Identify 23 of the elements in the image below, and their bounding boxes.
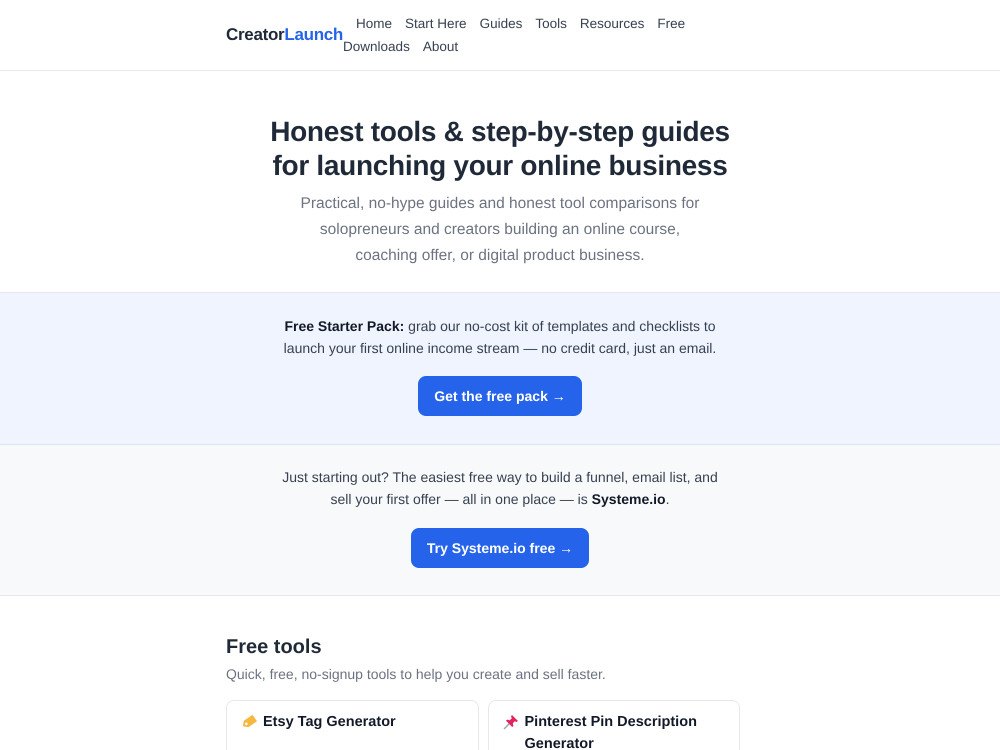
tool-card[interactable]: Pinterest Pin Description Generator [488, 700, 740, 750]
promo-text: Just starting out? The easiest free way to build a funnel, email list, and sell your first offer — all in one place — is Systeme.io. [281, 468, 719, 509]
section-subtitle: Quick, free, no-signup tools to help you create and sell faster. [226, 665, 607, 684]
tool-card-title: Etsy Tag Generator [263, 713, 396, 732]
nav-link[interactable]: Tools [535, 12, 567, 35]
try-free-button[interactable]: Try Systeme.io free → [410, 528, 590, 568]
starter-pack-text: Free Starter Pack: grab our no-cost kit of templates and checklists to launch your first online income stream — no credit card, just an email. [282, 317, 718, 358]
tag-icon [241, 714, 257, 730]
nav-link[interactable]: About [422, 35, 458, 58]
free-pack-button[interactable]: Get the free pack → [418, 376, 582, 416]
nav-link[interactable]: Guides [480, 12, 522, 35]
nav-link[interactable]: Home [356, 12, 392, 35]
tool-card-title: Pinterest Pin Description Generator [524, 713, 698, 750]
nav-link[interactable]: Start Here [405, 12, 467, 35]
nav-link[interactable]: Resources [580, 12, 644, 35]
section-title: Free tools [226, 635, 323, 660]
hero-subtitle: Practical, no-hype guides and honest tool comparisons for solopreneurs and creators building an online course, coaching offer, or digital product business. [300, 194, 700, 266]
logo[interactable]: CreatorLaunch [226, 25, 344, 45]
hero-title: Honest tools & step-by-step guides for launching your online business [269, 115, 731, 183]
nav-link[interactable]: Free [657, 12, 686, 35]
tool-card[interactable]: Etsy Tag Generator [226, 700, 478, 750]
pushpin-icon [502, 714, 518, 730]
nav-link[interactable]: Downloads [343, 35, 410, 58]
